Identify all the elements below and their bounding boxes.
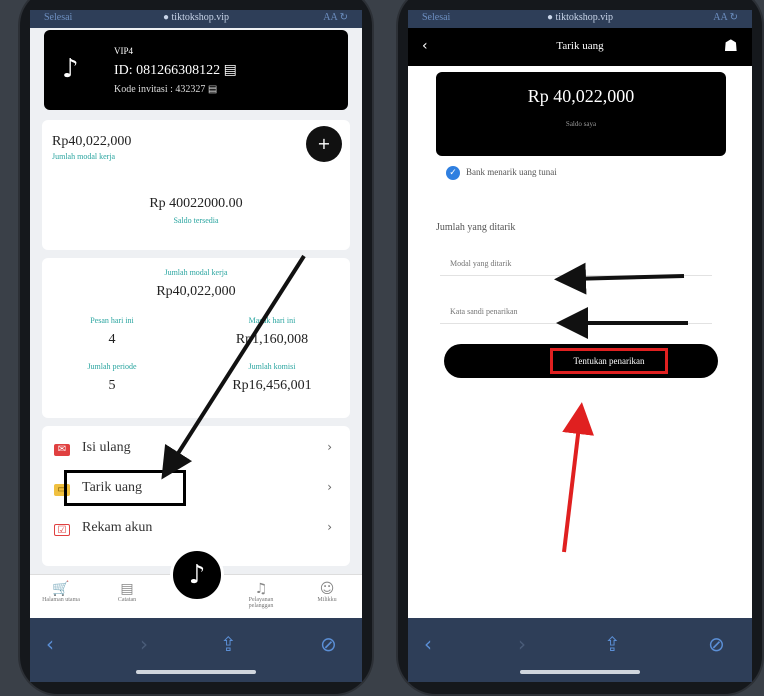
forward-icon[interactable]: › [140, 632, 148, 656]
left-screen: Selesai ● tiktokshop.vip AA ↻ ♪ VIP4 ID:… [30, 10, 362, 682]
back-icon[interactable]: ‹ [424, 632, 432, 656]
tab-label: Milikku [317, 597, 337, 603]
right-url-actions[interactable]: AA ↻ [713, 12, 738, 23]
chevron-right-icon: › [327, 520, 332, 534]
balance-amount: Rp 40,022,000 [527, 86, 635, 106]
invite-code[interactable]: Kode invitasi : 432327 ▤ [114, 84, 217, 95]
notes-icon: ▤ [120, 581, 134, 597]
checkbox-label: Bank menarik uang tunai [466, 167, 557, 177]
withdraw-header: ‹ Tarik uang ☗ [408, 28, 752, 66]
checklist-icon: ☑ [54, 524, 70, 536]
stat-value: 4 [108, 332, 116, 347]
left-url-text[interactable]: ● tiktokshop.vip [30, 12, 362, 23]
balance-card: Rp 40,022,000 Saldo saya [436, 72, 726, 156]
highlight-box [64, 470, 186, 506]
tiktok-center-button[interactable]: ♪ [170, 548, 224, 602]
right-screen: Selesai ● tiktokshop.vip AA ↻ ‹ Tarik ua… [408, 10, 752, 682]
compass-icon[interactable]: ⊘ [708, 632, 725, 656]
vip-level: VIP4 [114, 46, 134, 56]
stat-value: Rp1,160,008 [235, 332, 309, 347]
stats-panel: Jumlah modal kerja Rp40,022,000 Pesan ha… [42, 258, 350, 418]
stat-label: Masuk hari ini [248, 316, 296, 325]
balance-value: Rp40,022,000 [52, 134, 132, 149]
share-icon[interactable]: ⇪ [604, 632, 621, 656]
stat-value: Rp16,456,001 [232, 378, 312, 393]
left-phone: Selesai ● tiktokshop.vip AA ↻ ♪ VIP4 ID:… [18, 0, 374, 696]
account-card: ♪ VIP4 ID: 081266308122 ▤ Kode invitasi … [44, 30, 348, 110]
user-icon: ☺ [319, 581, 335, 597]
password-input[interactable] [440, 300, 712, 324]
home-indicator [520, 670, 640, 674]
stats-title: Jumlah modal kerja [164, 268, 228, 277]
forward-icon[interactable]: › [518, 632, 526, 656]
share-icon[interactable]: ⇪ [220, 632, 237, 656]
tab-label: Pelayanan pelanggan [248, 597, 274, 609]
compass-icon[interactable]: ⊘ [320, 632, 337, 656]
check-icon: ✓ [446, 166, 460, 180]
bank-checkbox[interactable]: ✓ Bank menarik uang tunai [446, 166, 557, 180]
right-url-bar: Selesai ● tiktokshop.vip AA ↻ [408, 10, 752, 28]
left-safari-toolbar: ‹ › ⇪ ⊘ [30, 618, 362, 682]
menu-item-rekam-akun[interactable]: ☑ Rekam akun › [52, 516, 332, 546]
tiktok-logo-icon: ♪ [62, 54, 79, 84]
envelope-icon: ✉ [54, 444, 70, 456]
available-balance-value: Rp 40022000.00 [149, 196, 243, 211]
tab-support[interactable]: ♫ Pelayanan pelanggan [236, 581, 286, 609]
submit-withdraw-button[interactable]: Tentukan penarikan [444, 344, 718, 378]
right-url-text[interactable]: ● tiktokshop.vip [408, 12, 752, 23]
home-indicator [136, 670, 256, 674]
headset-icon: ♫ [254, 581, 268, 597]
stat-value: 5 [108, 378, 116, 393]
amount-input[interactable] [440, 252, 712, 276]
tab-profile[interactable]: ☺ Milikku [302, 581, 352, 603]
balance-label: Jumlah modal kerja [52, 152, 116, 161]
balance-panel: Rp40,022,000 Jumlah modal kerja + Rp 400… [42, 120, 350, 250]
stats-total: Rp40,022,000 [156, 284, 236, 299]
stat-label: Jumlah periode [87, 362, 137, 371]
chevron-right-icon: › [327, 440, 332, 454]
cart-icon: 🛒 [52, 581, 70, 597]
stat-label: Jumlah komisi [248, 362, 296, 371]
right-safari-toolbar: ‹ › ⇪ ⊘ [408, 618, 752, 682]
chevron-right-icon: › [327, 480, 332, 494]
stat-label: Pesan hari ini [90, 316, 134, 325]
tab-label: Catatan [117, 597, 137, 603]
page-title: Tarik uang [556, 40, 604, 52]
amount-field-label: Jumlah yang ditarik [436, 222, 516, 233]
right-phone: Selesai ● tiktokshop.vip AA ↻ ‹ Tarik ua… [396, 0, 764, 696]
menu-label: Isi ulang [82, 440, 131, 455]
tab-label: Halaman utama [42, 597, 80, 603]
profile-icon[interactable]: ☗ [724, 36, 738, 55]
account-id[interactable]: ID: 081266308122 ▤ [114, 62, 237, 79]
menu-item-isi-ulang[interactable]: ✉ Isi ulang › [52, 436, 332, 466]
left-url-actions[interactable]: AA ↻ [323, 12, 348, 23]
left-url-bar: Selesai ● tiktokshop.vip AA ↻ [30, 10, 362, 28]
back-icon[interactable]: ‹ [46, 632, 54, 656]
menu-label: Rekam akun [82, 520, 153, 535]
tab-home[interactable]: 🛒 Halaman utama [36, 581, 86, 603]
available-balance-label: Saldo tersedia [173, 216, 219, 225]
tab-notes[interactable]: ▤ Catatan [102, 581, 152, 603]
submit-label: Tentukan penarikan [550, 348, 668, 374]
add-button[interactable]: + [306, 126, 342, 162]
balance-card-label: Saldo saya [565, 120, 597, 128]
